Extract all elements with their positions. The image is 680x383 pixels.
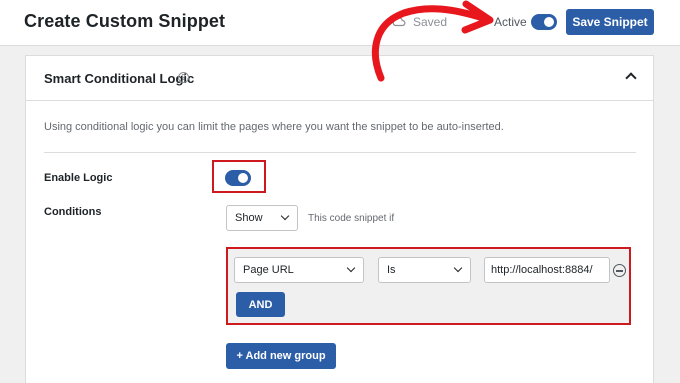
page-title: Create Custom Snippet	[24, 11, 226, 31]
conditions-label: Conditions	[44, 206, 102, 218]
snippet-if-text: This code snippet if	[308, 213, 395, 224]
active-toggle[interactable]	[531, 14, 557, 30]
chevron-down-icon	[280, 211, 290, 221]
show-hide-select[interactable]: Show	[226, 205, 298, 231]
chevron-down-icon	[453, 263, 463, 273]
cloud-icon	[392, 17, 406, 27]
rule-field-select[interactable]: Page URL	[234, 257, 364, 283]
remove-circle-icon[interactable]	[613, 264, 626, 277]
save-snippet-button[interactable]: Save Snippet	[566, 9, 654, 35]
enable-logic-toggle[interactable]	[225, 170, 251, 186]
active-label: Active	[494, 15, 527, 29]
rule-field-value: Page URL	[243, 264, 294, 276]
top-bar: Create Custom Snippet Saved Active Save …	[0, 0, 680, 46]
add-new-group-button[interactable]: + Add new group	[226, 343, 336, 369]
enable-logic-label: Enable Logic	[44, 172, 113, 184]
rule-operator-select[interactable]: Is	[378, 257, 471, 283]
chevron-down-icon	[346, 263, 356, 273]
divider	[44, 152, 636, 153]
chevron-up-icon[interactable]	[625, 72, 637, 84]
card-header[interactable]: Smart Conditional Logic ?	[26, 56, 653, 101]
section-title: Smart Conditional Logic	[44, 71, 195, 86]
help-icon[interactable]: ?	[178, 72, 189, 83]
and-button[interactable]: AND	[236, 292, 285, 317]
section-description: Using conditional logic you can limit th…	[44, 121, 504, 133]
rule-operator-value: Is	[387, 264, 396, 276]
saved-status: Saved	[413, 15, 448, 29]
rule-value-input[interactable]	[484, 257, 610, 283]
conditional-logic-card: Smart Conditional Logic ? Using conditio…	[25, 55, 654, 383]
show-select-value: Show	[235, 212, 263, 224]
